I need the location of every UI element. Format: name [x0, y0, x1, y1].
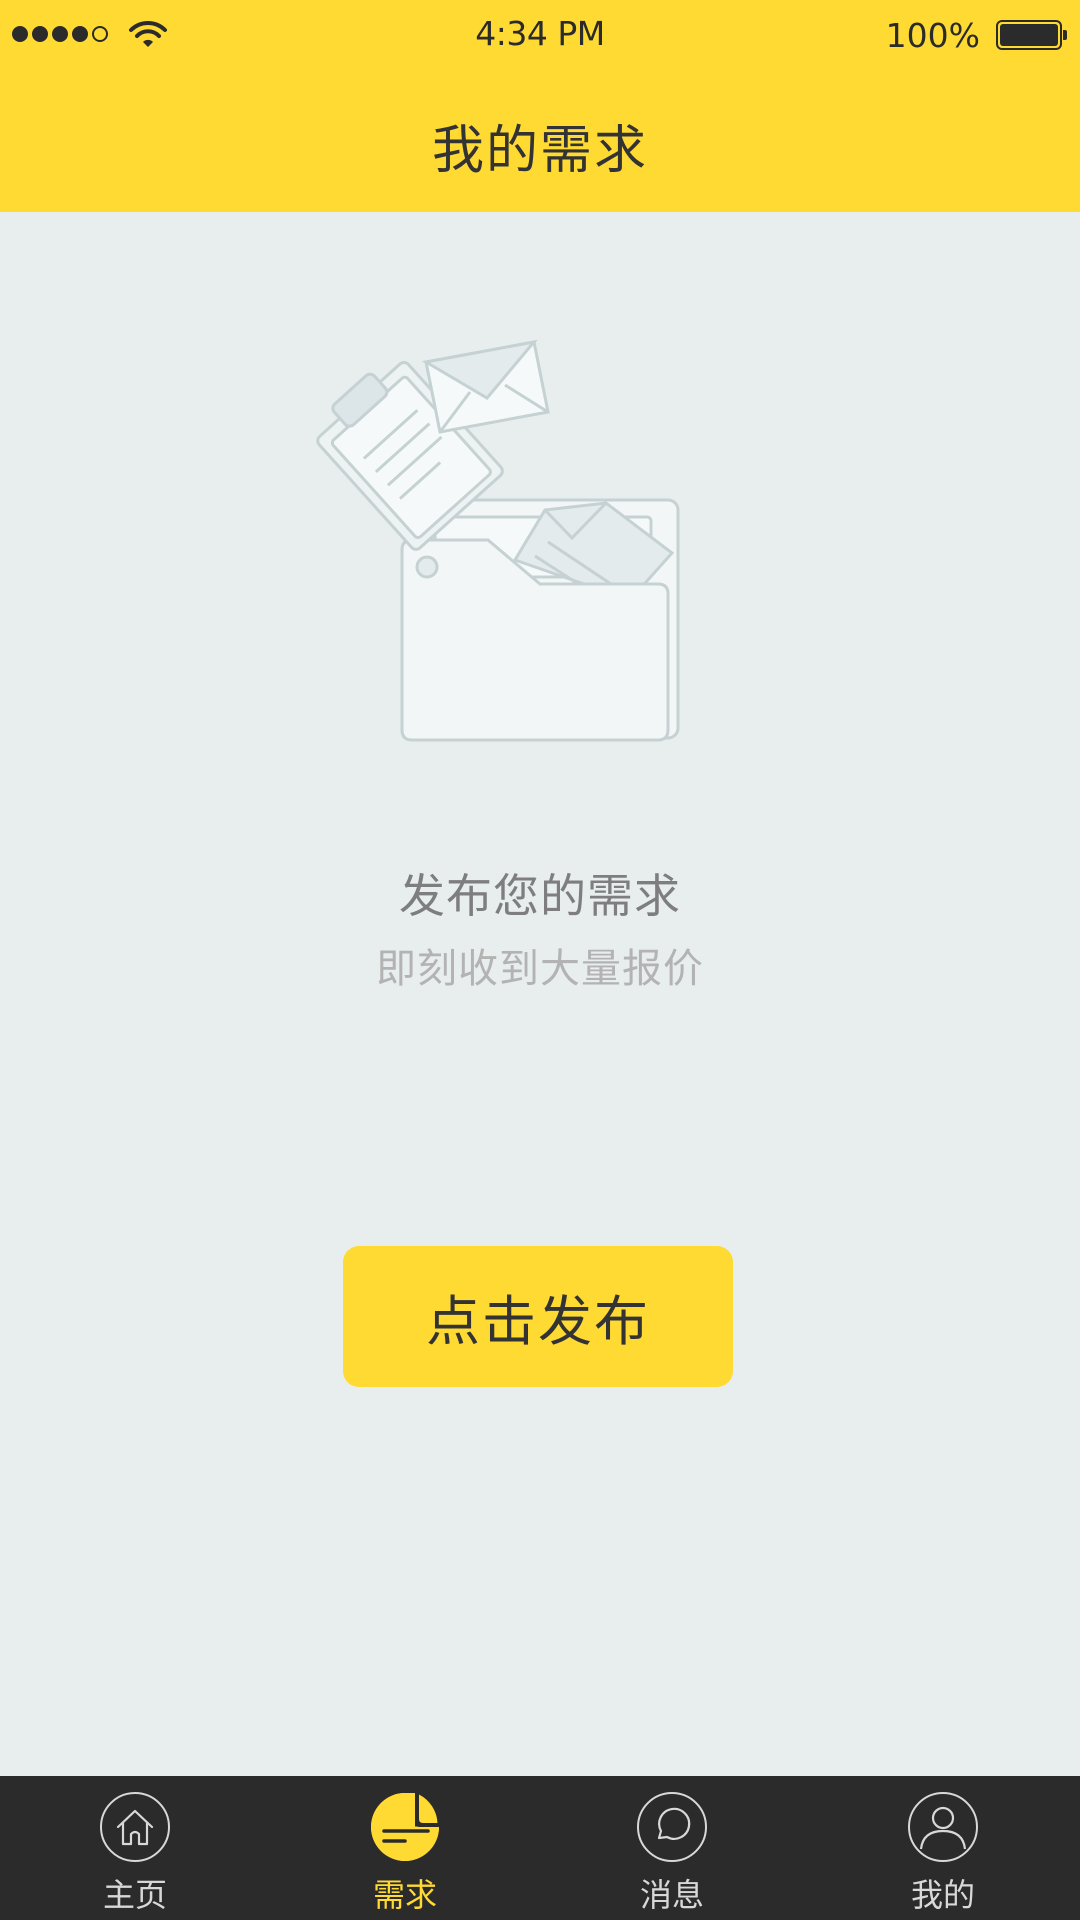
tab-requirements-label: 需求: [372, 1876, 437, 1914]
status-bar: 4:34 PM 100%: [0, 0, 1080, 70]
top-header-area: 4:34 PM 100% 我的需求: [0, 0, 1080, 212]
page-title: 我的需求: [431, 121, 648, 181]
requirements-icon: [371, 1793, 441, 1861]
folder-documents-illustration: [316, 339, 680, 742]
tab-home[interactable]: 主页: [0, 1776, 270, 1920]
profile-icon: [908, 1792, 978, 1862]
tab-requirements[interactable]: 需求: [270, 1776, 540, 1920]
empty-state-subtitle: 即刻收到大量报价: [376, 946, 704, 992]
tab-home-label: 主页: [102, 1876, 167, 1914]
empty-state-title: 发布您的需求: [399, 869, 681, 923]
home-icon: [100, 1792, 170, 1862]
battery-icon: [996, 20, 1068, 50]
battery-percentage: 100%: [885, 16, 980, 55]
message-icon: [637, 1792, 707, 1862]
publish-button[interactable]: 点击发布: [343, 1246, 733, 1387]
tab-messages-label: 消息: [639, 1876, 704, 1914]
tab-profile-label: 我的: [910, 1876, 975, 1914]
tab-profile[interactable]: 我的: [808, 1776, 1078, 1920]
tab-messages[interactable]: 消息: [537, 1776, 807, 1920]
bottom-tab-bar: 主页 需求 消息 我的: [0, 1776, 1080, 1920]
